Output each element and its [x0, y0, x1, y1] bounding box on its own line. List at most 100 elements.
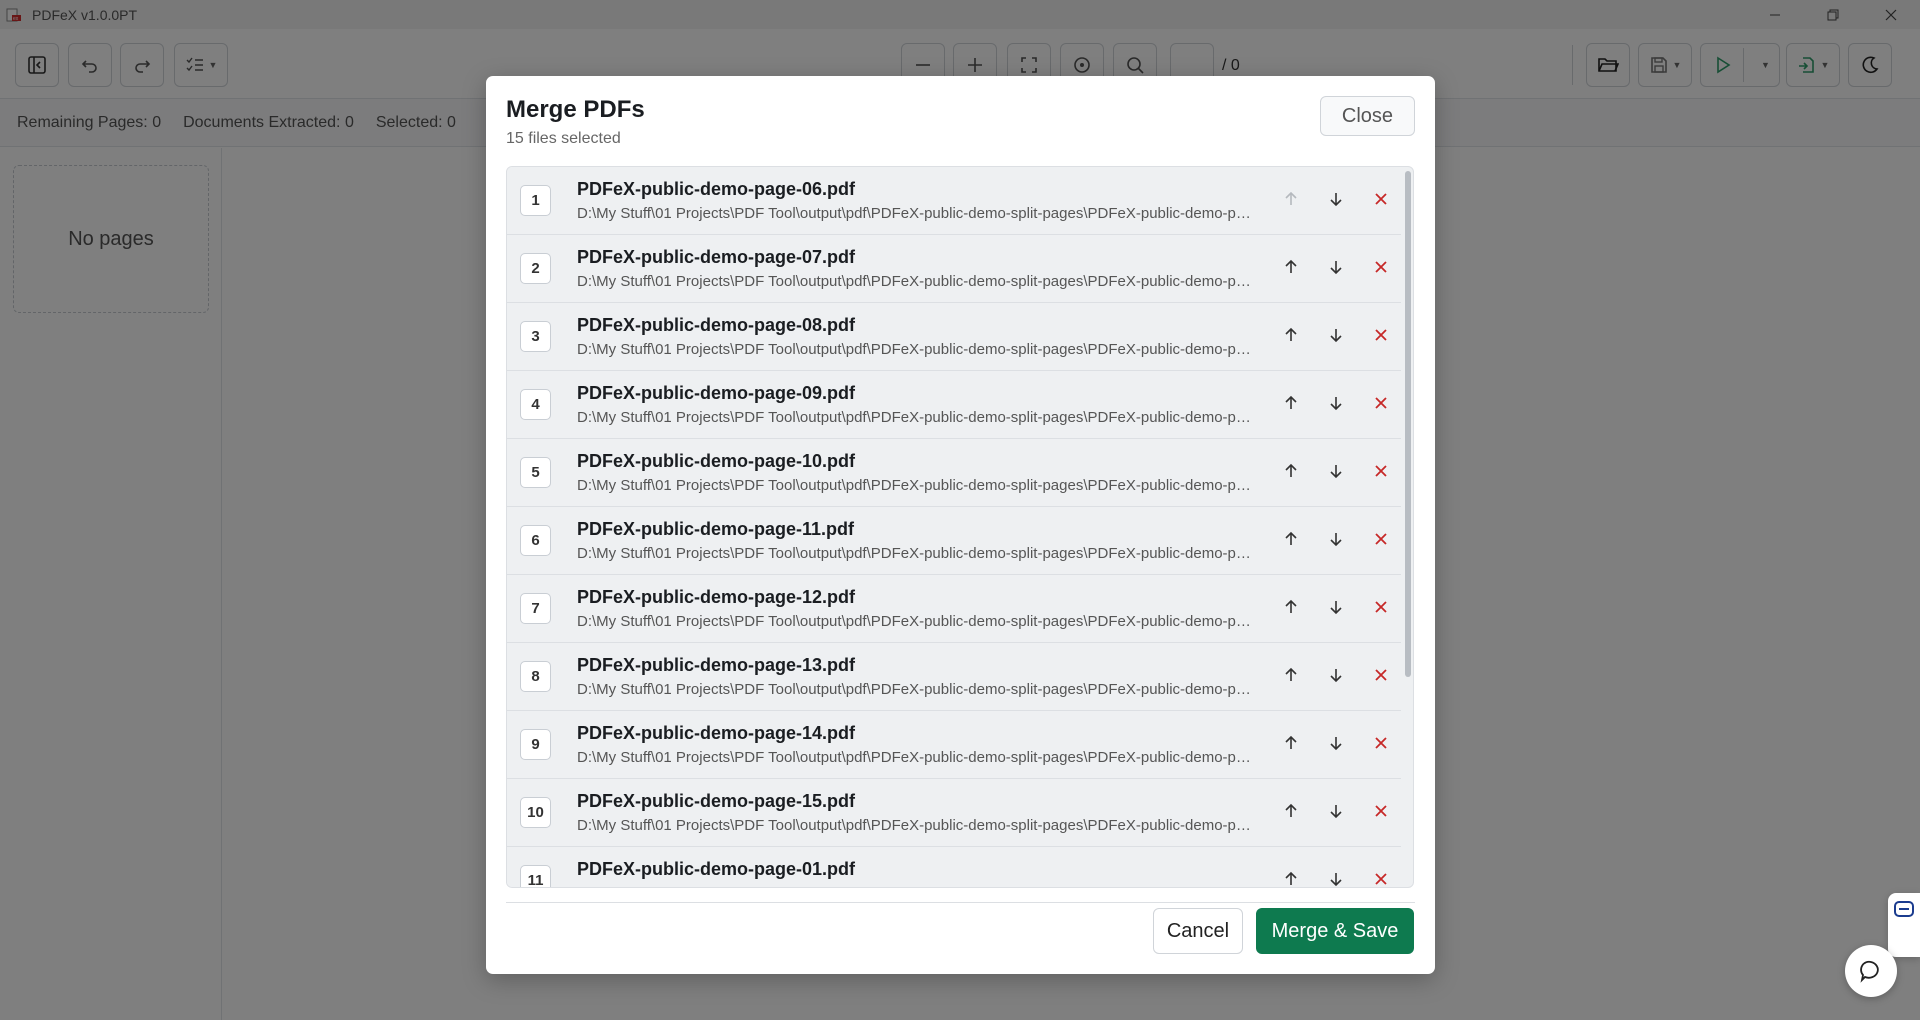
- remove-file-button[interactable]: [1367, 867, 1395, 888]
- arrow-up-icon: [1283, 259, 1299, 280]
- merge-save-button[interactable]: Merge & Save: [1256, 908, 1414, 954]
- file-row[interactable]: 2 PDFeX-public-demo-page-07.pdf D:\My Stuf…: [507, 235, 1401, 303]
- remove-file-button[interactable]: [1367, 255, 1395, 283]
- move-up-button[interactable]: [1277, 663, 1305, 691]
- file-name: PDFeX-public-demo-page-08.pdf: [577, 315, 856, 335]
- file-row[interactable]: 9 PDFeX-public-demo-page-14.pdf D:\My Stuf…: [507, 711, 1401, 779]
- file-index-badge: 3: [520, 321, 551, 352]
- arrow-up-icon: [1283, 191, 1299, 212]
- move-down-button[interactable]: [1322, 731, 1350, 759]
- remove-file-button[interactable]: [1367, 663, 1395, 691]
- arrow-down-icon: [1328, 191, 1344, 212]
- file-name: PDFeX-public-demo-page-14.pdf: [577, 723, 856, 743]
- file-row[interactable]: 7 PDFeX-public-demo-page-12.pdf D:\My Stuf…: [507, 575, 1401, 643]
- arrow-up-icon: [1283, 871, 1299, 888]
- merge-pdfs-dialog: Merge PDFs 15 files selected Close 1 PDFe…: [486, 76, 1435, 974]
- remove-icon: [1374, 872, 1388, 888]
- file-path: D:\My Stuff\01 Projects\PDF Tool\output\…: [577, 341, 1255, 358]
- file-name: PDFeX-public-demo-page-07.pdf: [577, 247, 856, 267]
- arrow-up-icon: [1283, 463, 1299, 484]
- move-down-button[interactable]: [1322, 799, 1350, 827]
- file-index-badge: 9: [520, 729, 551, 760]
- move-up-button[interactable]: [1277, 391, 1305, 419]
- remove-file-button[interactable]: [1367, 731, 1395, 759]
- move-down-button[interactable]: [1322, 255, 1350, 283]
- remove-icon: [1374, 328, 1388, 347]
- arrow-down-icon: [1328, 327, 1344, 348]
- file-list[interactable]: 1 PDFeX-public-demo-page-06.pdf D:\My Stuf…: [506, 166, 1414, 888]
- dialog-divider: [506, 902, 1415, 903]
- remove-file-button[interactable]: [1367, 187, 1395, 215]
- file-index-badge: 8: [520, 661, 551, 692]
- file-name: PDFeX-public-demo-page-09.pdf: [577, 383, 856, 403]
- move-up-button[interactable]: [1277, 323, 1305, 351]
- file-path: D:\My Stuff\01 Projects\PDF Tool\output\…: [577, 545, 1255, 562]
- file-name: PDFeX-public-demo-page-10.pdf: [577, 451, 856, 471]
- file-row[interactable]: 10 PDFeX-public-demo-page-15.pdf D:\My Stu…: [507, 779, 1401, 847]
- file-path: D:\My Stuff\01 Projects\PDF Tool\output\…: [577, 613, 1255, 630]
- move-up-button[interactable]: [1277, 731, 1305, 759]
- file-index-badge: 1: [520, 185, 551, 216]
- arrow-down-icon: [1328, 395, 1344, 416]
- file-index-badge: 11: [520, 865, 551, 887]
- file-name: PDFeX-public-demo-page-13.pdf: [577, 655, 856, 675]
- remove-file-button[interactable]: [1367, 595, 1395, 623]
- remove-file-button[interactable]: [1367, 323, 1395, 351]
- file-path: D:\My Stuff\01 Projects\PDF Tool\output\…: [577, 885, 1255, 887]
- file-path: D:\My Stuff\01 Projects\PDF Tool\output\…: [577, 205, 1255, 222]
- chat-button[interactable]: [1845, 945, 1897, 997]
- arrow-down-icon: [1328, 259, 1344, 280]
- remove-file-button[interactable]: [1367, 459, 1395, 487]
- move-down-button[interactable]: [1322, 527, 1350, 555]
- move-up-button[interactable]: [1277, 799, 1305, 827]
- arrow-down-icon: [1328, 803, 1344, 824]
- file-row[interactable]: 4 PDFeX-public-demo-page-09.pdf D:\My Stuf…: [507, 371, 1401, 439]
- arrow-down-icon: [1328, 871, 1344, 888]
- remove-file-button[interactable]: [1367, 391, 1395, 419]
- move-up-button[interactable]: [1277, 255, 1305, 283]
- move-down-button[interactable]: [1322, 595, 1350, 623]
- file-path: D:\My Stuff\01 Projects\PDF Tool\output\…: [577, 817, 1255, 834]
- feedback-icon: [1894, 901, 1914, 917]
- arrow-down-icon: [1328, 463, 1344, 484]
- move-up-button[interactable]: [1277, 527, 1305, 555]
- file-row[interactable]: 6 PDFeX-public-demo-page-11.pdf D:\My Stuf…: [507, 507, 1401, 575]
- file-row[interactable]: 8 PDFeX-public-demo-page-13.pdf D:\My Stuf…: [507, 643, 1401, 711]
- move-down-button[interactable]: [1322, 323, 1350, 351]
- file-index-badge: 4: [520, 389, 551, 420]
- file-row[interactable]: 5 PDFeX-public-demo-page-10.pdf D:\My Stuf…: [507, 439, 1401, 507]
- move-down-button[interactable]: [1322, 459, 1350, 487]
- move-up-button[interactable]: [1277, 867, 1305, 888]
- arrow-up-icon: [1283, 327, 1299, 348]
- arrow-up-icon: [1283, 735, 1299, 756]
- remove-file-button[interactable]: [1367, 799, 1395, 827]
- chat-icon: [1860, 960, 1879, 983]
- file-row[interactable]: 11 PDFeX-public-demo-page-01.pdf D:\My Stu…: [507, 847, 1401, 888]
- arrow-down-icon: [1328, 667, 1344, 688]
- move-up-button[interactable]: [1277, 187, 1305, 215]
- arrow-up-icon: [1283, 599, 1299, 620]
- file-index-badge: 10: [520, 797, 551, 828]
- cancel-button[interactable]: Cancel: [1153, 908, 1243, 954]
- arrow-up-icon: [1283, 803, 1299, 824]
- arrow-up-icon: [1283, 395, 1299, 416]
- arrow-down-icon: [1328, 599, 1344, 620]
- move-up-button[interactable]: [1277, 459, 1305, 487]
- remove-icon: [1374, 260, 1388, 279]
- move-down-button[interactable]: [1322, 391, 1350, 419]
- file-row[interactable]: 3 PDFeX-public-demo-page-08.pdf D:\My Stuf…: [507, 303, 1401, 371]
- remove-file-button[interactable]: [1367, 527, 1395, 555]
- feedback-tab[interactable]: [1888, 893, 1920, 957]
- scrollbar-thumb[interactable]: [1405, 171, 1411, 677]
- file-path: D:\My Stuff\01 Projects\PDF Tool\output\…: [577, 273, 1255, 290]
- file-row[interactable]: 1 PDFeX-public-demo-page-06.pdf D:\My Stuf…: [507, 167, 1401, 235]
- move-down-button[interactable]: [1322, 187, 1350, 215]
- move-down-button[interactable]: [1322, 867, 1350, 888]
- file-index-badge: 5: [520, 457, 551, 488]
- move-up-button[interactable]: [1277, 595, 1305, 623]
- dialog-subtitle: 15 files selected: [506, 130, 621, 147]
- close-button[interactable]: Close: [1320, 96, 1415, 136]
- dialog-title: Merge PDFs: [506, 96, 645, 123]
- file-name: PDFeX-public-demo-page-06.pdf: [577, 179, 856, 199]
- move-down-button[interactable]: [1322, 663, 1350, 691]
